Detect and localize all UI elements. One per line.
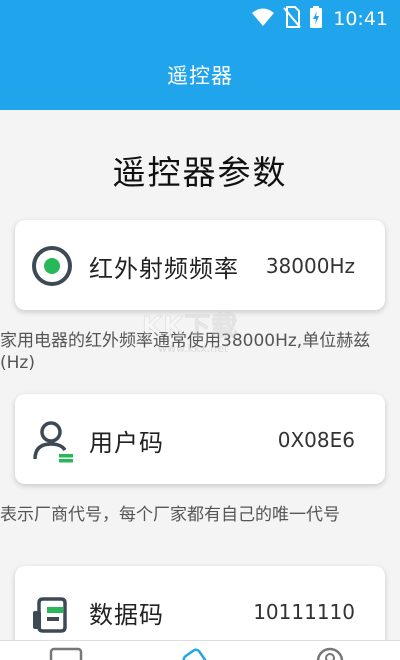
- no-sim-icon: [283, 6, 301, 32]
- app-title: 遥控器: [167, 64, 233, 88]
- param-card-user-code[interactable]: 用户码 0X08E6: [15, 394, 385, 484]
- param-value: 0X08E6: [277, 428, 355, 452]
- param-label: 数据码: [89, 601, 164, 629]
- profile-icon[interactable]: [312, 647, 352, 660]
- param-description: 家用电器的红外频率通常使用38000Hz,单位赫兹(Hz): [0, 331, 371, 373]
- status-time: 10:41: [333, 8, 388, 30]
- param-value: 38000Hz: [265, 254, 355, 278]
- param-description: 表示厂商代号，每个厂家都有自己的唯一代号: [0, 505, 340, 525]
- bottom-nav: [0, 640, 400, 660]
- data-card-icon: [31, 591, 73, 633]
- app-bar: 遥控器: [0, 38, 400, 110]
- page-title: 遥控器参数: [112, 153, 288, 192]
- battery-charging-icon: [309, 6, 323, 32]
- radio-circle-icon: [31, 245, 73, 287]
- param-label: 用户码: [89, 429, 164, 457]
- param-label: 红外射频频率: [89, 255, 239, 283]
- param-card-ir-frequency[interactable]: 红外射频频率 38000Hz: [15, 220, 385, 310]
- user-icon: [31, 419, 73, 463]
- tv-icon[interactable]: [48, 647, 88, 660]
- wifi-icon: [251, 7, 275, 31]
- param-value: 10111110: [253, 600, 355, 624]
- status-bar: 10:41: [0, 0, 400, 38]
- remote-icon[interactable]: [180, 647, 220, 660]
- status-icons: 10:41: [251, 6, 388, 32]
